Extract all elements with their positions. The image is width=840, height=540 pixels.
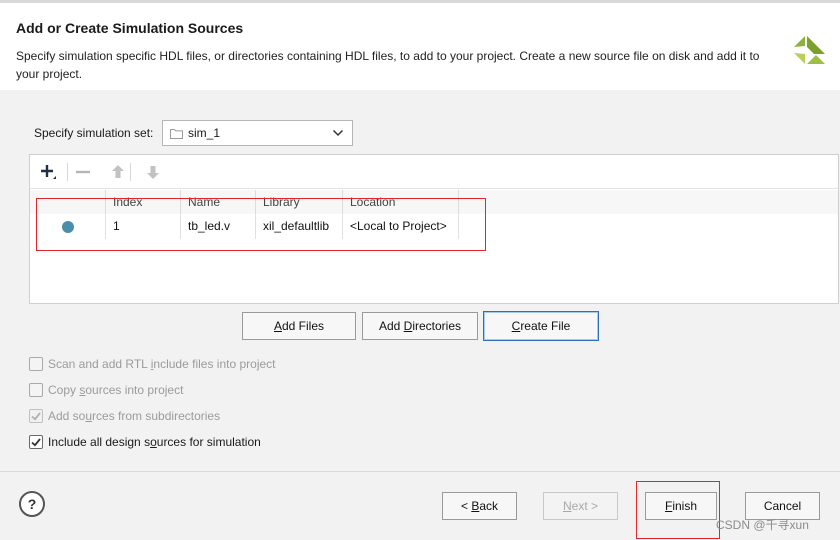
column-header-location[interactable]: Location <box>343 190 459 214</box>
finish-button[interactable]: Finish <box>645 492 717 520</box>
row-status-cell <box>30 214 106 239</box>
checkbox-box <box>29 383 43 397</box>
scan-rtl-include-checkbox[interactable]: Scan and add RTL include files into proj… <box>29 356 329 374</box>
footer-divider <box>0 471 840 472</box>
checkbox-label: Scan and add RTL include files into proj… <box>48 357 276 371</box>
move-down-icon <box>147 166 159 179</box>
sources-panel: Index Name Library Location 1 tb_led.v x… <box>29 154 839 304</box>
checkbox-box <box>29 435 43 449</box>
status-dot-icon <box>62 221 74 233</box>
toolbar-separator <box>67 163 68 181</box>
add-button[interactable] <box>37 161 59 183</box>
row-index-cell: 1 <box>106 214 181 239</box>
add-subdirectories-checkbox[interactable]: Add sources from subdirectories <box>29 408 329 426</box>
add-directories-button[interactable]: Add Directories <box>362 312 478 340</box>
remove-icon <box>76 170 90 174</box>
simset-dropdown[interactable]: sim_1 <box>162 120 353 146</box>
move-up-button[interactable] <box>107 161 129 183</box>
mnemonic: N <box>562 499 572 513</box>
checkmark-icon <box>31 412 41 421</box>
xilinx-logo-icon <box>794 36 825 64</box>
column-header-status <box>30 190 106 214</box>
back-button[interactable]: < Back <box>442 492 517 520</box>
checkbox-label: Add sources from subdirectories <box>48 409 221 423</box>
simset-label: Specify simulation set: <box>34 126 154 140</box>
toolbar-separator <box>130 163 131 181</box>
checkmark-icon <box>31 438 41 447</box>
move-down-button[interactable] <box>142 161 164 183</box>
add-icon <box>41 165 56 179</box>
next-button[interactable]: Next > <box>543 492 618 520</box>
mnemonic: C <box>511 319 521 333</box>
row-name-cell: tb_led.v <box>181 214 256 239</box>
row-library-cell[interactable]: xil_defaultlib <box>256 214 343 239</box>
chevron-down-icon <box>332 129 344 137</box>
add-files-button[interactable]: Add Files <box>242 312 356 340</box>
help-button[interactable]: ? <box>19 491 45 517</box>
copy-sources-checkbox[interactable]: Copy sources into project <box>29 382 329 400</box>
include-design-sources-checkbox[interactable]: Include all design sources for simulatio… <box>29 434 329 452</box>
column-header-library[interactable]: Library <box>256 190 343 214</box>
column-header-name[interactable]: Name <box>181 190 256 214</box>
checkbox-label: Copy sources into project <box>48 383 184 397</box>
dialog-description: Specify simulation specific HDL files, o… <box>16 49 760 81</box>
folder-icon <box>170 129 183 139</box>
table-row[interactable]: 1 tb_led.v xil_defaultlib <Local to Proj… <box>30 214 838 239</box>
create-file-button[interactable]: Create File <box>483 311 599 341</box>
dialog-header: Add or Create Simulation Sources Specify… <box>0 3 840 90</box>
checkbox-box <box>29 357 43 371</box>
watermark-text: CSDN @千寻xun <box>716 518 809 532</box>
checkbox-label: Include all design sources for simulatio… <box>48 435 261 449</box>
row-location-cell: <Local to Project> <box>343 214 459 239</box>
simset-value: sim_1 <box>188 126 221 140</box>
mnemonic: A <box>273 319 282 333</box>
remove-button[interactable] <box>72 161 94 183</box>
table-header: Index Name Library Location <box>30 190 838 214</box>
column-header-index[interactable]: Index <box>106 190 181 214</box>
move-up-icon <box>112 165 124 178</box>
checkbox-box <box>29 409 43 423</box>
dialog-title: Add or Create Simulation Sources <box>16 20 244 36</box>
sources-toolbar <box>30 155 838 189</box>
help-icon: ? <box>27 496 37 512</box>
